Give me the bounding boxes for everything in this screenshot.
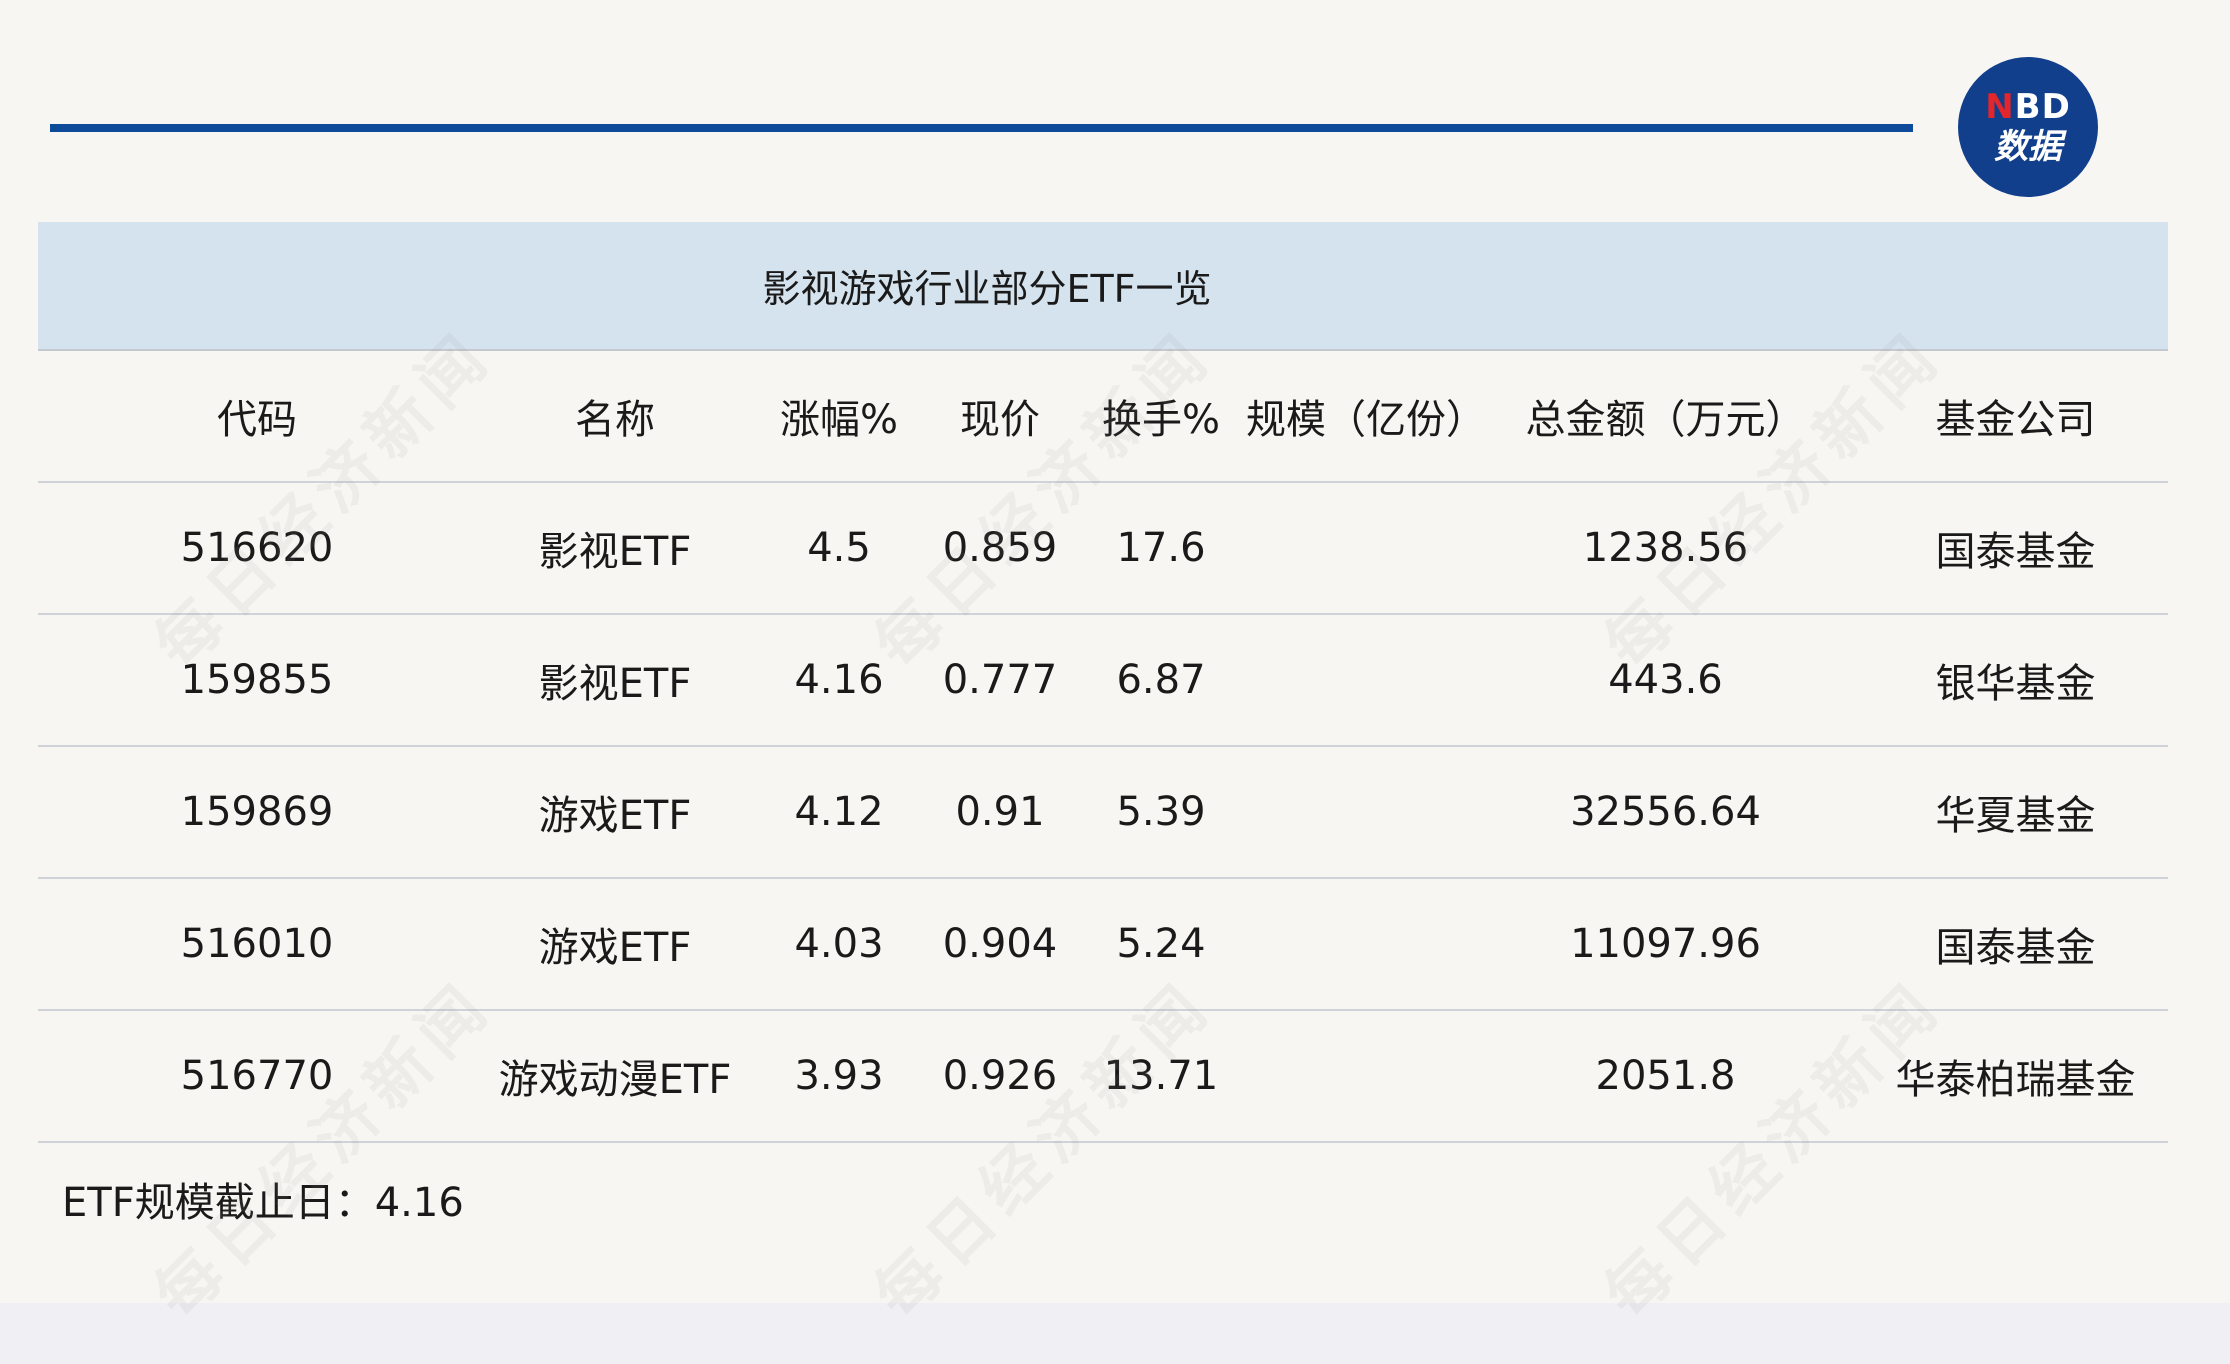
cell-amount: 11097.96	[1570, 921, 1761, 967]
header-name: 名称	[575, 397, 655, 443]
cell-price: 0.859	[942, 525, 1058, 571]
cell-turnover: 13.71	[1103, 1053, 1219, 1099]
cell-turnover: 6.87	[1116, 657, 1206, 703]
header-scale: 规模（亿份）	[1246, 397, 1486, 443]
table-title: 影视游戏行业部分ETF一览	[762, 267, 1212, 311]
header-turnover: 换手%	[1101, 397, 1220, 443]
header-amount: 总金额（万元）	[1525, 397, 1806, 443]
table-row: 516620 影视ETF 4.5 0.859 17.6 1238.56 国泰基金	[38, 483, 2168, 615]
header-change: 涨幅%	[779, 397, 898, 443]
cell-company: 华夏基金	[1935, 793, 2096, 839]
cell-name: 游戏ETF	[538, 793, 692, 839]
cell-code: 516770	[180, 1053, 334, 1099]
cell-company: 华泰柏瑞基金	[1895, 1057, 2136, 1103]
cell-name: 游戏ETF	[538, 925, 692, 971]
scale-date-footnote: ETF规模截止日：4.16	[62, 1180, 464, 1226]
header-code: 代码	[217, 397, 297, 443]
card: NBD 数据 影视游戏行业部分ETF一览 代码 名称 涨幅% 现价 换手% 规模…	[0, 0, 2230, 1333]
table-row: 516770 游戏动漫ETF 3.93 0.926 13.71 2051.8 华…	[38, 1011, 2168, 1143]
cell-code: 516620	[180, 525, 334, 571]
cell-price: 0.777	[942, 657, 1058, 703]
logo-letters-bd: BD	[2014, 87, 2071, 127]
cell-company: 国泰基金	[1935, 925, 2096, 971]
cell-change: 4.16	[794, 657, 884, 703]
table-row: 159855 影视ETF 4.16 0.777 6.87 443.6 银华基金	[38, 615, 2168, 747]
header-company: 基金公司	[1935, 397, 2096, 443]
cell-code: 159869	[180, 789, 334, 835]
table-title-band: 影视游戏行业部分ETF一览	[38, 222, 2168, 351]
cell-name: 影视ETF	[538, 661, 692, 707]
cell-price: 0.91	[955, 789, 1045, 835]
cell-turnover: 5.39	[1116, 789, 1206, 835]
cell-turnover: 17.6	[1116, 525, 1206, 571]
cell-amount: 32556.64	[1570, 789, 1761, 835]
logo-subtitle: 数据	[1994, 127, 2062, 167]
cell-change: 4.12	[794, 789, 884, 835]
header-price: 现价	[960, 397, 1040, 443]
cell-code: 159855	[180, 657, 334, 703]
etf-table: 代码 名称 涨幅% 现价 换手% 规模（亿份） 总金额（万元） 基金公司 516…	[38, 351, 2168, 1143]
cell-company: 银华基金	[1935, 661, 2096, 707]
cell-name: 游戏动漫ETF	[498, 1057, 732, 1103]
cell-amount: 443.6	[1608, 657, 1723, 703]
cell-price: 0.904	[942, 921, 1058, 967]
top-accent-rule	[50, 124, 1913, 132]
cell-price: 0.926	[942, 1053, 1058, 1099]
cell-turnover: 5.24	[1116, 921, 1206, 967]
cell-change: 4.5	[807, 525, 871, 571]
cell-name: 影视ETF	[538, 529, 692, 575]
cell-change: 3.93	[794, 1053, 884, 1099]
logo-letter-n: N	[1985, 87, 2015, 127]
cell-change: 4.03	[794, 921, 884, 967]
cell-company: 国泰基金	[1935, 529, 2096, 575]
table-row: 159869 游戏ETF 4.12 0.91 5.39 32556.64 华夏基…	[38, 747, 2168, 879]
nbd-data-logo: NBD 数据	[1958, 57, 2098, 197]
cell-amount: 1238.56	[1582, 525, 1749, 571]
table-row: 516010 游戏ETF 4.03 0.904 5.24 11097.96 国泰…	[38, 879, 2168, 1011]
table-header-row: 代码 名称 涨幅% 现价 换手% 规模（亿份） 总金额（万元） 基金公司	[38, 351, 2168, 483]
cell-code: 516010	[180, 921, 334, 967]
logo-wordmark: NBD	[1985, 90, 2071, 124]
cell-amount: 2051.8	[1595, 1053, 1736, 1099]
